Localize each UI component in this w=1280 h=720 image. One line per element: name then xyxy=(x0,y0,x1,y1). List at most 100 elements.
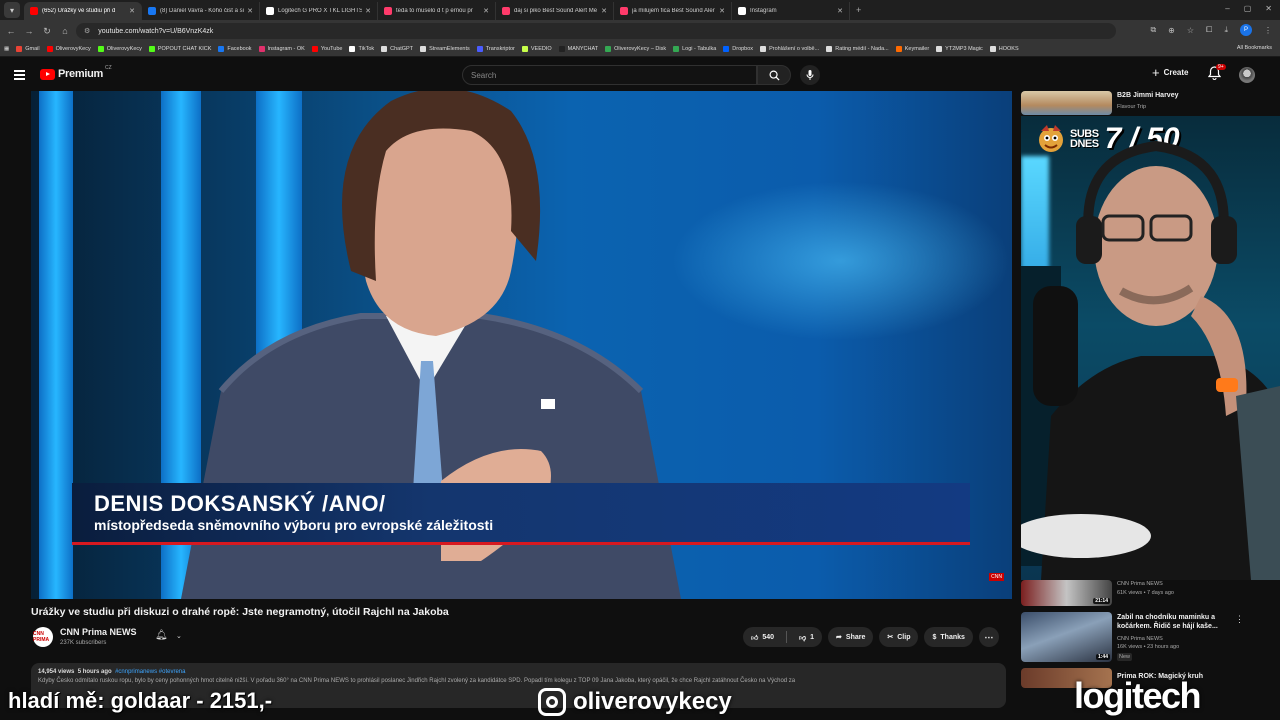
close-tab-icon[interactable]: ✕ xyxy=(247,7,253,15)
bookmark-item[interactable]: Dropbox xyxy=(723,46,753,52)
create-button[interactable]: + Create xyxy=(1152,66,1189,79)
bookmark-item[interactable]: Gmail xyxy=(16,46,40,52)
bookmark-item[interactable]: StreamElements xyxy=(420,46,470,52)
browser-tab[interactable]: (8) Daniel Vavra - Koho čist a si ✕ xyxy=(142,2,260,20)
more-actions-button[interactable]: ⋯ xyxy=(978,627,999,647)
apps-icon[interactable]: ▦ xyxy=(4,46,9,52)
bookmark-item[interactable]: Facebook xyxy=(218,46,252,52)
youtube-logo[interactable]: Premium CZ xyxy=(40,65,112,80)
thanks-label: Thanks xyxy=(940,633,965,641)
streamer-webcam: SUBS DNES 7 / 50 xyxy=(1021,116,1280,580)
bookmark-item[interactable]: OliverovyKecy xyxy=(46,46,91,52)
subscription-bell-icon[interactable]: 🔔︎ xyxy=(155,630,168,641)
search-input[interactable]: Search xyxy=(462,65,757,85)
close-tab-icon[interactable]: ✕ xyxy=(129,7,135,15)
like-button[interactable]: 👍︎ 540 xyxy=(743,627,782,647)
forward-icon[interactable]: → xyxy=(22,26,36,36)
browser-tab[interactable]: teda to muselo d t p ernou pr ✕ xyxy=(378,2,496,20)
video-player[interactable]: DENIS DOKSANSKÝ /ANO/ místopředseda sněm… xyxy=(31,91,1012,599)
bookmark-item[interactable]: YT2MP3 Magic xyxy=(936,46,983,52)
bookmark-item[interactable]: VEEDIO xyxy=(521,46,552,52)
video-thumbnail xyxy=(1021,91,1112,115)
reload-icon[interactable]: ↻ xyxy=(40,26,54,37)
bookmark-item[interactable]: Keymailer xyxy=(895,46,929,52)
bookmark-item[interactable]: ChatGPT xyxy=(381,46,413,52)
bookmark-item[interactable]: OliverovyKecy xyxy=(97,46,142,52)
more-options-icon[interactable]: ⋮ xyxy=(1235,614,1244,625)
minimize-button[interactable]: – xyxy=(1225,4,1229,13)
view-count: 14,954 views xyxy=(38,669,75,675)
voice-search-button[interactable] xyxy=(800,65,820,85)
chevron-down-icon[interactable]: ⌄ xyxy=(176,632,182,640)
site-info-icon[interactable]: ⚙ xyxy=(84,27,90,35)
address-url: youtube.com/watch?v=U/B6VnzK4zk xyxy=(98,27,214,35)
bookmark-favicon-icon xyxy=(760,46,767,52)
bookmark-favicon-icon xyxy=(349,46,356,52)
bookmark-item[interactable]: Instagram - OK xyxy=(258,46,305,52)
video-title: Urážky ve studiu při diskuzi o drahé rop… xyxy=(31,606,449,618)
maximize-button[interactable]: ▢ xyxy=(1244,4,1252,13)
bookmark-favicon-icon xyxy=(673,46,680,52)
extensions-icon[interactable]: ⧠ xyxy=(1206,25,1212,35)
recommended-video[interactable]: B2B Jimmi Harvey Flavour Trip xyxy=(1021,91,1276,115)
bookmark-label: VEEDIO xyxy=(530,46,552,52)
channel-name[interactable]: CNN Prima NEWS xyxy=(60,627,137,637)
search-button[interactable] xyxy=(757,65,791,85)
video-thumbnail: 21:14 xyxy=(1021,580,1112,606)
close-window-button[interactable]: ✕ xyxy=(1265,4,1272,13)
recommended-channel: CNN Prima NEWS xyxy=(1117,581,1163,587)
browser-tab-bar: ▾ (652) Urážky ve studiu při d ✕ (8) Danie… xyxy=(0,0,1280,20)
account-avatar[interactable] xyxy=(1239,67,1255,83)
recommended-video[interactable]: 21:14 CNN Prima NEWS 61K views • 7 days … xyxy=(1021,580,1276,606)
tab-title: (8) Daniel Vavra - Koho čist a si xyxy=(160,8,244,14)
profile-avatar[interactable]: P xyxy=(1240,24,1252,36)
close-tab-icon[interactable]: ✕ xyxy=(483,7,489,15)
browser-tab[interactable]: Logitech G PRO X TKL LIGHTSP ✕ xyxy=(260,2,378,20)
bookmark-item[interactable]: POPOUT CHAT KICK xyxy=(148,46,211,52)
description-meta: 14,954 views 5 hours ago #cnnprimanews #… xyxy=(38,669,999,675)
address-bar[interactable]: ⚙ youtube.com/watch?v=U/B6VnzK4zk xyxy=(76,23,1116,39)
bookmark-item[interactable]: Logi - Tabulka xyxy=(673,46,716,52)
bookmark-label: MANYCHAT xyxy=(567,46,599,52)
browser-tab[interactable]: (652) Urážky ve studiu při d ✕ xyxy=(24,2,142,20)
create-label: Create xyxy=(1163,68,1189,77)
hashtags[interactable]: #cnnprimanews #otevrena xyxy=(115,669,185,675)
bookmark-item[interactable]: OliverovyKecy – Disk xyxy=(605,46,666,52)
clip-button[interactable]: ✂ Clip xyxy=(879,627,919,647)
bookmark-item[interactable]: MANYCHAT xyxy=(558,46,599,52)
menu-icon[interactable] xyxy=(14,70,25,82)
all-bookmarks-button[interactable]: All Bookmarks xyxy=(1237,45,1272,51)
close-tab-icon[interactable]: ✕ xyxy=(837,7,843,15)
channel-avatar[interactable]: CNN PRIMA xyxy=(33,627,53,647)
tab-favicon-icon xyxy=(30,7,38,15)
close-tab-icon[interactable]: ✕ xyxy=(365,7,371,15)
bookmark-item[interactable]: TikTok xyxy=(349,46,374,52)
bookmark-item[interactable]: YouTube xyxy=(311,46,342,52)
browser-menu-icon[interactable]: ⋮ xyxy=(1264,26,1272,35)
recommended-video[interactable]: 1:44 Zabil na chodníku maminku a kočárke… xyxy=(1021,612,1276,664)
tab-search-button[interactable]: ▾ xyxy=(4,2,20,18)
bookmark-item[interactable]: Prohlášení o volbě... xyxy=(760,46,819,52)
dislike-button[interactable]: 👎︎ 1 xyxy=(791,627,822,647)
youtube-play-icon xyxy=(40,68,55,80)
bookmark-item[interactable]: Rating médií - Nada... xyxy=(826,46,889,52)
bookmark-label: YT2MP3 Magic xyxy=(945,46,983,52)
thanks-button[interactable]: $ Thanks xyxy=(924,627,973,647)
zoom-icon[interactable]: ⊕ xyxy=(1168,26,1175,35)
downloads-icon[interactable]: ⤓ xyxy=(1224,25,1228,35)
new-badge: New xyxy=(1117,653,1133,661)
share-button[interactable]: ➦ Share xyxy=(828,627,874,647)
home-icon[interactable]: ⌂ xyxy=(58,26,72,36)
back-icon[interactable]: ← xyxy=(4,26,18,36)
bookmark-item[interactable]: Transkriptor xyxy=(476,46,515,52)
browser-tab[interactable]: ja milujem fica Best Sound Aler ✕ xyxy=(614,2,732,20)
bookmark-star-icon[interactable]: ☆ xyxy=(1187,26,1194,35)
browser-tab[interactable]: Instagram ✕ xyxy=(732,2,850,20)
new-tab-button[interactable]: + xyxy=(856,5,861,15)
close-tab-icon[interactable]: ✕ xyxy=(601,7,607,15)
bookmark-item[interactable]: HOOKS xyxy=(989,46,1019,52)
close-tab-icon[interactable]: ✕ xyxy=(719,7,725,15)
bookmark-label: HOOKS xyxy=(998,46,1019,52)
browser-tab[interactable]: daj si piko Best Sound Alert Me ✕ xyxy=(496,2,614,20)
translate-icon[interactable]: ⧉ xyxy=(1150,25,1156,35)
